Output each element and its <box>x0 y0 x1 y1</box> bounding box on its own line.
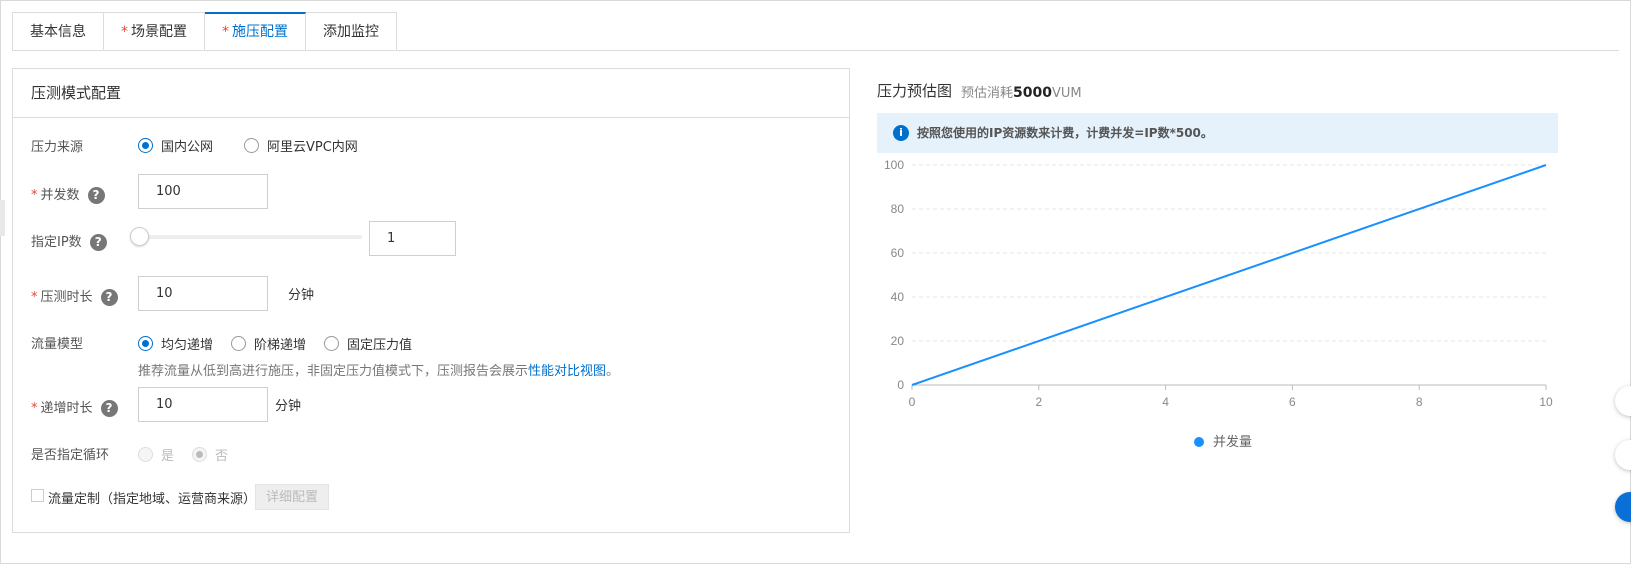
hint-text: 推荐流量从低到高进行施压，非固定压力值模式下，压测报告会展示 <box>138 364 529 379</box>
radio-vpc-network[interactable]: 阿里云VPC内网 <box>244 136 358 155</box>
legend-marker <box>1194 437 1204 447</box>
config-tabs: 基本信息 * 场景配置 * 施压配置 添加监控 <box>12 12 397 51</box>
radio-circle <box>138 336 153 351</box>
duration-input[interactable]: 10 <box>138 276 268 311</box>
required-mark: * <box>31 401 38 416</box>
required-mark: * <box>31 188 38 203</box>
pressure-mode-panel: 压测模式配置 压力来源 国内公网 阿里云VPC内网 * 并发数? 100 指定IP… <box>12 68 850 533</box>
radio-public-network[interactable]: 国内公网 <box>138 136 213 155</box>
tab-label: 场景配置 <box>131 24 187 40</box>
custom-traffic-label: 流量定制（指定地域、运营商来源） <box>48 492 257 507</box>
radio-circle <box>192 447 207 462</box>
radio-label: 阶梯递增 <box>254 338 307 353</box>
tab-scene-config[interactable]: * 场景配置 <box>104 12 205 51</box>
ramp-duration-label: * 递增时长? <box>31 397 118 417</box>
ramp-duration-label-text: 递增时长 <box>40 401 93 416</box>
y-tick-label: 100 <box>884 158 904 172</box>
radio-circle <box>231 336 246 351</box>
radio-label: 均匀递增 <box>161 338 214 353</box>
custom-traffic-checkbox[interactable] <box>31 489 44 502</box>
estimate-title: 压力预估图 <box>877 82 953 100</box>
tab-basic-info[interactable]: 基本信息 <box>12 12 104 51</box>
required-mark: * <box>222 24 229 40</box>
side-collapse-handle[interactable] <box>0 200 5 236</box>
ramp-duration-unit: 分钟 <box>275 399 302 414</box>
performance-compare-link[interactable]: 性能对比视图 <box>528 364 606 379</box>
duration-label: * 压测时长? <box>31 286 118 306</box>
help-icon[interactable]: ? <box>100 289 118 306</box>
cost-unit: VUM <box>1051 86 1082 101</box>
hint-end: 。 <box>606 364 620 379</box>
x-tick-label: 6 <box>1289 395 1296 409</box>
x-tick-label: 0 <box>909 395 916 409</box>
estimate-cost: 预估消耗5000VUM <box>961 82 1082 101</box>
radio-linear-ramp[interactable]: 均匀递增 <box>138 334 213 353</box>
required-mark: * <box>121 24 128 40</box>
y-tick-label: 0 <box>897 378 904 392</box>
cost-prefix: 预估消耗 <box>961 86 1014 101</box>
y-tick-label: 60 <box>891 246 905 260</box>
required-mark: * <box>31 290 38 305</box>
ramp-duration-input[interactable]: 10 <box>138 387 268 422</box>
notice-text: 按照您使用的IP资源数来计费，计费并发=IP数*500。 <box>917 126 1213 140</box>
tab-label: 基本信息 <box>30 24 86 40</box>
x-tick-label: 8 <box>1416 395 1423 409</box>
ip-count-label: 指定IP数? <box>31 231 107 251</box>
cost-value: 5000 <box>1013 85 1052 101</box>
pressure-chart: 0 20 40 60 80 100 0 2 4 6 8 10 并发量 <box>884 158 1553 449</box>
ip-count-label-text: 指定IP数 <box>31 235 82 250</box>
radio-circle <box>244 138 259 153</box>
radio-circle <box>138 447 153 462</box>
x-tick-label: 10 <box>1539 395 1553 409</box>
x-tick-label: 2 <box>1035 395 1042 409</box>
radio-label: 阿里云VPC内网 <box>267 140 358 155</box>
duration-unit: 分钟 <box>288 288 315 303</box>
detail-config-button: 详细配置 <box>255 484 330 510</box>
radio-label: 国内公网 <box>161 140 214 155</box>
info-icon: i <box>893 125 909 141</box>
help-icon[interactable]: ? <box>87 187 105 204</box>
concurrency-label-text: 并发数 <box>40 188 80 203</box>
panel-title: 压测模式配置 <box>13 69 849 118</box>
radio-circle <box>138 138 153 153</box>
ip-count-input[interactable]: 1 <box>369 221 456 256</box>
traffic-model-label: 流量模型 <box>31 337 84 352</box>
tab-add-monitor[interactable]: 添加监控 <box>306 12 397 51</box>
radio-fixed-pressure[interactable]: 固定压力值 <box>324 334 412 353</box>
x-tick-label: 4 <box>1162 395 1169 409</box>
pressure-source-label: 压力来源 <box>31 140 84 155</box>
help-icon[interactable]: ? <box>100 400 118 417</box>
series-line-concurrency <box>911 164 1547 386</box>
help-icon[interactable]: ? <box>89 234 107 251</box>
radio-label: 固定压力值 <box>347 338 413 353</box>
tab-label: 添加监控 <box>323 24 379 40</box>
loop-label: 是否指定循环 <box>31 448 110 463</box>
radio-loop-yes: 是 <box>138 445 174 464</box>
tabs-divider <box>12 50 1619 51</box>
concurrency-label: * 并发数? <box>31 184 105 204</box>
tab-label: 施压配置 <box>232 24 288 40</box>
tab-pressure-config[interactable]: * 施压配置 <box>205 12 306 51</box>
ip-count-slider-track[interactable] <box>140 235 362 239</box>
y-tick-label: 40 <box>891 290 905 304</box>
radio-loop-no: 否 <box>192 445 228 464</box>
traffic-model-hint: 推荐流量从低到高进行施压，非固定压力值模式下，压测报告会展示性能对比视图。 <box>138 360 619 379</box>
concurrency-input[interactable]: 100 <box>138 174 268 209</box>
radio-step-ramp[interactable]: 阶梯递增 <box>231 334 306 353</box>
radio-label: 否 <box>215 449 229 464</box>
y-tick-label: 20 <box>891 334 905 348</box>
billing-notice: i 按照您使用的IP资源数来计费，计费并发=IP数*500。 <box>877 113 1558 153</box>
duration-label-text: 压测时长 <box>40 290 93 305</box>
ip-count-slider-handle[interactable] <box>130 227 149 246</box>
radio-circle <box>324 336 339 351</box>
y-tick-label: 80 <box>891 202 905 216</box>
radio-label: 是 <box>161 449 175 464</box>
legend-label: 并发量 <box>1213 434 1252 449</box>
